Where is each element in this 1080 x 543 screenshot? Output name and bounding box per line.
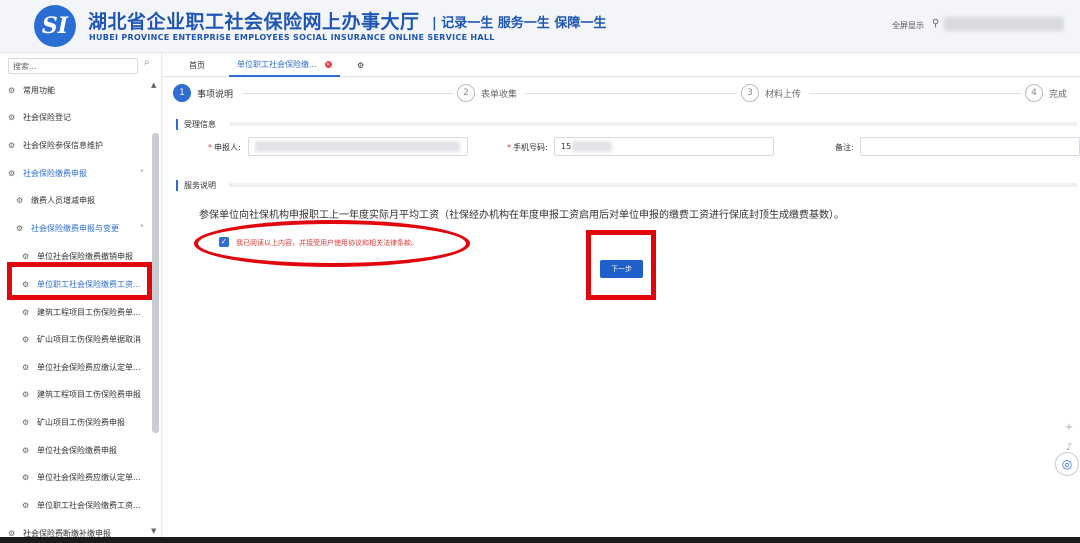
sidebar-item-wage-declaration-2[interactable]: ⚙ 单位职工社会保险缴费工资...	[22, 494, 141, 516]
step-connector	[809, 93, 1021, 94]
sidebar-item-construction-declaration[interactable]: ⚙ 建筑工程项目工伤保险费申报	[22, 383, 141, 405]
gear-icon: ⚙	[22, 472, 30, 482]
sidebar-scrollbar[interactable]	[152, 133, 159, 433]
gear-icon: ⚙	[16, 195, 24, 205]
phone-label: * 手机号码:	[507, 143, 548, 152]
gear-icon: ⚙	[8, 85, 16, 95]
gear-icon: ⚙	[22, 307, 30, 317]
step-1: 1 事项说明	[173, 84, 233, 102]
gear-icon: ⚙	[22, 417, 30, 427]
gear-icon: ⚙	[357, 60, 365, 70]
sidebar-item-staff-change[interactable]: ⚙ 缴费人员增减申报	[16, 189, 95, 211]
gear-icon: ⚙	[22, 362, 30, 372]
tab-wage-declaration[interactable]: 单位职工社会保险缴... ×	[229, 53, 340, 77]
site-header: SI 湖北省企业职工社会保险网上办事大厅 | 记录一生 服务一生 保障一生 HU…	[0, 0, 1080, 53]
sidebar-item-due-confirmation-2[interactable]: ⚙ 单位社会保险费应缴认定单...	[22, 466, 141, 488]
gear-icon: ⚙	[22, 334, 30, 344]
step-4: 4 完成	[1025, 84, 1067, 102]
section-divider	[229, 183, 1077, 187]
phone-redacted	[572, 141, 612, 152]
chevron-up-icon: ˄	[140, 223, 144, 233]
sidebar-item-common[interactable]: ⚙ 常用功能	[8, 79, 55, 101]
step-progress: 1 事项说明 2 表单收集 3 材料上传 4 完成	[163, 78, 1080, 110]
site-subtitle: HUBEI PROVINCE ENTERPRISE EMPLOYEES SOCI…	[89, 33, 495, 42]
gear-icon: ⚙	[22, 445, 30, 455]
step-2: 2 表单收集	[457, 84, 517, 102]
gear-icon: ⚙	[8, 112, 16, 122]
sidebar-item-unit-payment[interactable]: ⚙ 单位社会保险缴费申报	[22, 439, 117, 461]
section-title-application: 受理信息	[176, 119, 216, 130]
sidebar-item-registration[interactable]: ⚙ 社会保险登记	[8, 106, 71, 128]
close-icon[interactable]: ×	[324, 60, 332, 68]
step-connector	[525, 93, 737, 94]
social-insurance-logo: SI	[34, 5, 76, 47]
highlight-oval-agreement	[194, 220, 470, 267]
tab-bar: 首页 单位职工社会保险缴... × ⚙	[163, 53, 1080, 77]
gear-icon: ⚙	[8, 168, 16, 178]
tab-settings[interactable]: ⚙	[349, 53, 372, 77]
step-3: 3 材料上传	[741, 84, 801, 102]
sidebar-item-arrears[interactable]: ⚙ 社会保险费断缴补缴申报	[8, 522, 111, 538]
search-input[interactable]: 搜索...	[8, 58, 138, 74]
highlight-box-sidebar	[7, 262, 152, 300]
remark-field[interactable]	[860, 137, 1080, 156]
step-connector	[243, 93, 453, 94]
section-divider	[229, 122, 1077, 126]
gear-icon: ⚙	[8, 140, 16, 150]
remark-label: 备注:	[835, 143, 854, 152]
chevron-up-icon: ˄	[140, 168, 144, 178]
applicant-label: * 申报人:	[208, 143, 241, 152]
gear-icon: ⚙	[8, 528, 16, 538]
section-title-service: 服务说明	[176, 180, 216, 191]
system-taskbar	[0, 537, 1080, 543]
scroll-up-icon[interactable]: ▲	[151, 81, 156, 89]
main-content: 1 事项说明 2 表单收集 3 材料上传 4 完成 受理信息 * 申报人: * 手机号码: …	[163, 78, 1080, 537]
site-slogan: | 记录一生 服务一生 保障一生	[432, 16, 607, 31]
plus-icon[interactable]: +	[1058, 418, 1080, 438]
applicant-redacted	[255, 141, 460, 152]
sidebar-item-payment-declaration[interactable]: ⚙ 社会保险缴费申报 ˄	[8, 162, 144, 184]
assistant-icon[interactable]: ◎	[1055, 452, 1079, 476]
service-notice: 参保单位向社保机构申报职工上一年度实际月平均工资（社保经办机构在年度申报工资启用…	[199, 210, 844, 221]
gear-icon: ⚙	[22, 389, 30, 399]
site-title: 湖北省企业职工社会保险网上办事大厅	[88, 11, 420, 33]
sidebar-item-payment-change[interactable]: ⚙ 社会保险缴费申报与变更 ˄	[16, 217, 144, 239]
user-name-redacted[interactable]	[944, 17, 1064, 31]
sidebar-item-construction-fee[interactable]: ⚙ 建筑工程项目工伤保险费单...	[22, 301, 141, 323]
gear-icon: ⚙	[16, 223, 24, 233]
scroll-down-icon[interactable]: ▼	[151, 527, 156, 535]
sidebar-item-mine-cancel[interactable]: ⚙ 矿山项目工伤保险费单据取消	[22, 328, 141, 350]
person-icon[interactable]: ⚲	[932, 18, 939, 29]
fullscreen-button[interactable]: 全屏显示	[892, 20, 924, 31]
sidebar-item-info-maintenance[interactable]: ⚙ 社会保险参保信息维护	[8, 134, 103, 156]
search-icon[interactable]: ⌕	[144, 57, 150, 68]
sidebar-item-due-confirmation[interactable]: ⚙ 单位社会保险费应缴认定单...	[22, 356, 141, 378]
gear-icon: ⚙	[22, 251, 30, 261]
highlight-box-next-button	[586, 230, 656, 300]
tab-home[interactable]: 首页	[181, 53, 213, 77]
sidebar-item-mine-declaration[interactable]: ⚙ 矿山项目工伤保险费申报	[22, 411, 125, 433]
gear-icon: ⚙	[22, 500, 30, 510]
